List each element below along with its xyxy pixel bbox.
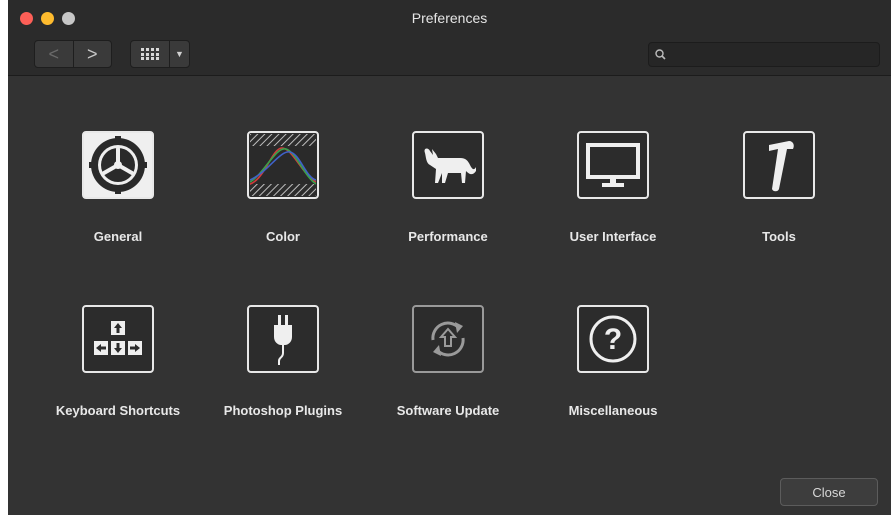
view-mode-button[interactable]: ▼ [130,40,190,68]
keyboard-arrows-icon[interactable] [82,305,154,373]
preferences-window: Preferences < > ▼ General Color Performa… [8,0,891,515]
pref-item-performance[interactable]: Performance [373,131,523,244]
search-field[interactable] [648,42,880,67]
gear-icon[interactable] [82,131,154,199]
chevron-down-icon[interactable]: ▼ [170,49,189,59]
pref-item-color[interactable]: Color [208,131,358,244]
pref-item-label: Performance [408,229,488,244]
pref-item-label: Software Update [396,403,500,418]
pref-item-label: Photoshop Plugins [223,403,343,418]
question-icon[interactable]: ? [577,305,649,373]
pref-item-label: Tools [762,229,796,244]
pref-item-miscellaneous[interactable]: ? Miscellaneous [538,305,688,418]
hammer-icon[interactable] [743,131,815,199]
plug-icon[interactable] [247,305,319,373]
search-input[interactable] [671,47,879,62]
pref-item-label: Color [266,229,300,244]
update-arrows-icon[interactable] [412,305,484,373]
pref-item-label: General [93,229,143,244]
pref-item-user-interface[interactable]: User Interface [538,131,688,244]
titlebar: Preferences < > ▼ [8,0,891,76]
pref-item-label: User Interface [569,229,657,244]
pref-item-general[interactable]: General [43,131,193,244]
pref-item-label: Miscellaneous [568,403,658,418]
back-button[interactable]: < [35,41,74,67]
color-curves-icon[interactable] [247,131,319,199]
forward-button[interactable]: > [74,41,112,67]
svg-text:?: ? [604,323,622,356]
window-title: Preferences [411,10,488,26]
monitor-icon[interactable] [577,131,649,199]
pref-item-software-update[interactable]: Software Update [373,305,523,418]
preferences-pane: General Color Performance User Interface… [8,76,891,515]
pref-item-label: Keyboard Shortcuts [55,403,181,418]
cat-icon[interactable] [412,131,484,199]
navigation-buttons: < > [34,40,112,68]
close-button[interactable]: Close [780,478,878,506]
grid-view-icon[interactable] [131,41,170,67]
search-icon [649,49,671,60]
pref-item-tools[interactable]: Tools [704,131,854,244]
pref-item-photoshop-plugins[interactable]: Photoshop Plugins [208,305,358,418]
pref-item-keyboard-shortcuts[interactable]: Keyboard Shortcuts [43,305,193,418]
